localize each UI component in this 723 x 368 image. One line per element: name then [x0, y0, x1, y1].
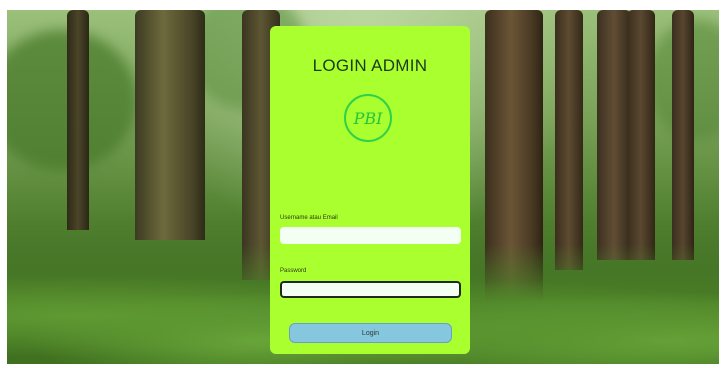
tree-trunk [67, 10, 89, 230]
tree-trunk [627, 10, 655, 260]
tree-trunk [597, 10, 631, 260]
tree-trunk [555, 10, 583, 270]
login-button[interactable]: Login [289, 323, 452, 343]
tree-trunk [135, 10, 205, 240]
login-card: LOGIN ADMIN PBI Username atau Email Pass… [270, 26, 470, 354]
login-title: LOGIN ADMIN [312, 56, 428, 75]
password-label: Password [280, 268, 307, 274]
username-label: Username atau Email [280, 215, 338, 221]
pbi-logo: PBI [344, 94, 392, 142]
password-input[interactable] [280, 281, 461, 298]
logo-text: PBI [353, 108, 383, 128]
tree-trunk [672, 10, 694, 260]
username-input[interactable] [280, 227, 461, 244]
